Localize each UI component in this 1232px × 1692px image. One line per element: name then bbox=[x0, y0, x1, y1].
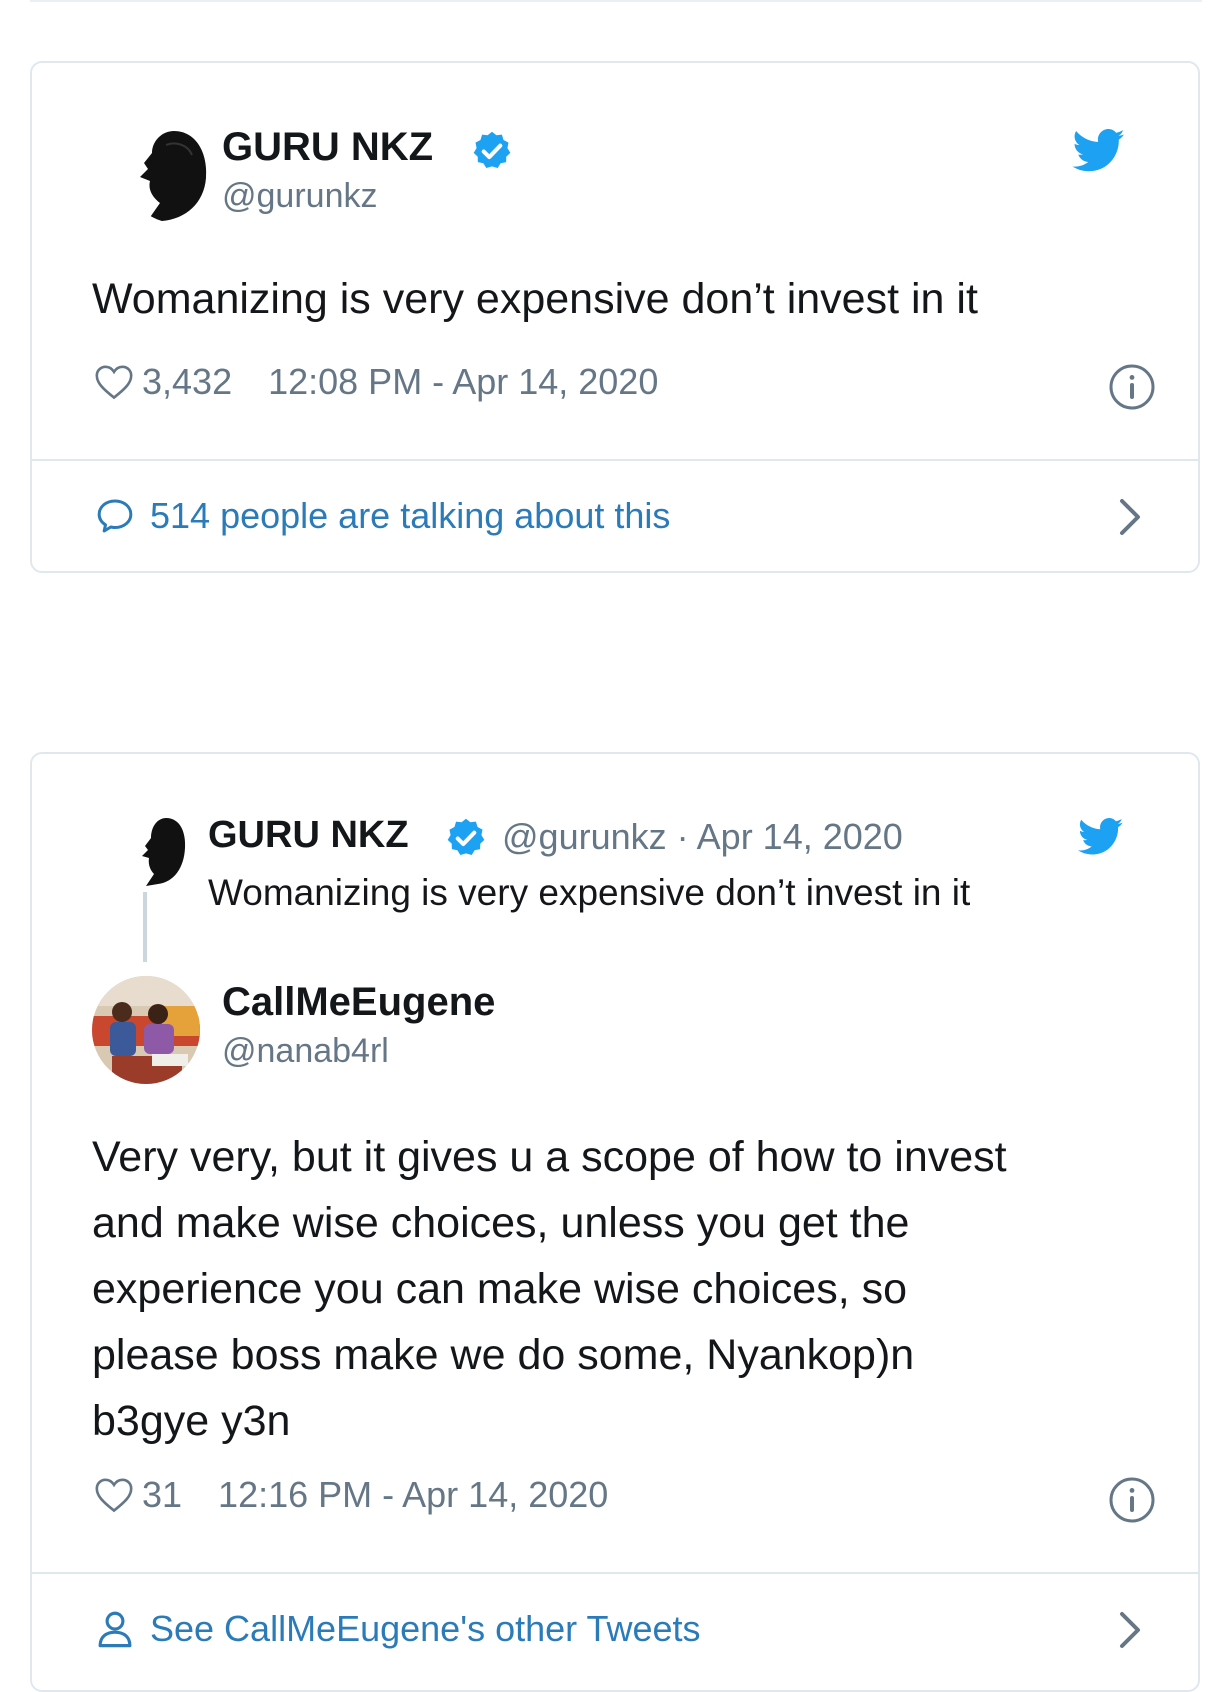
timestamp[interactable]: 12:16 PM - Apr 14, 2020 bbox=[218, 1474, 608, 1516]
chevron-right-icon[interactable] bbox=[1116, 1610, 1144, 1650]
speech-bubble-icon bbox=[97, 499, 133, 533]
quoted-meta: @gurunkz · Apr 14, 2020 bbox=[502, 816, 903, 858]
avatar[interactable] bbox=[126, 123, 226, 223]
tweet-text-line: please boss make we do some, Nyankop)n bbox=[92, 1331, 915, 1379]
tweet-text-line: and make wise choices, unless you get th… bbox=[92, 1199, 910, 1247]
heart-icon[interactable] bbox=[94, 364, 134, 400]
author-handle[interactable]: @gurunkz bbox=[222, 177, 377, 216]
author-name[interactable]: GURU NKZ bbox=[222, 125, 433, 170]
card-divider bbox=[32, 1572, 1198, 1574]
twitter-bird-icon[interactable] bbox=[1072, 129, 1126, 173]
person-icon bbox=[98, 1611, 132, 1648]
twitter-bird-icon[interactable] bbox=[1078, 818, 1124, 856]
tweet-card[interactable]: GURU NKZ @gurunkz · Apr 14, 2020 Womaniz… bbox=[30, 752, 1200, 1692]
timestamp[interactable]: 12:08 PM - Apr 14, 2020 bbox=[268, 361, 658, 403]
top-divider bbox=[30, 0, 1202, 2]
avatar[interactable] bbox=[136, 816, 196, 888]
verified-badge-icon bbox=[447, 818, 485, 856]
info-icon[interactable] bbox=[1108, 1476, 1156, 1524]
avatar-silhouette-image bbox=[126, 123, 226, 223]
conversation-link[interactable]: 514 people are talking about this bbox=[94, 481, 670, 551]
tweet-text-line: b3gye y3n bbox=[92, 1397, 291, 1445]
tweet-card[interactable]: GURU NKZ @gurunkz Womanizing is very exp… bbox=[30, 61, 1200, 573]
separator-dot: · bbox=[676, 816, 689, 857]
author-tweets-link[interactable]: See CallMeEugene's other Tweets bbox=[94, 1594, 701, 1664]
tweet-text-line: experience you can make wise choices, so bbox=[92, 1265, 908, 1313]
quoted-author-handle[interactable]: @gurunkz bbox=[502, 816, 667, 857]
author-name[interactable]: CallMeEugene bbox=[222, 980, 495, 1025]
verified-badge-icon bbox=[473, 131, 511, 169]
quoted-date[interactable]: Apr 14, 2020 bbox=[697, 816, 903, 857]
author-tweets-link-label[interactable]: See CallMeEugene's other Tweets bbox=[150, 1608, 701, 1650]
thread-connector bbox=[143, 892, 147, 962]
avatar-silhouette-image bbox=[142, 818, 186, 886]
chevron-right-icon[interactable] bbox=[1116, 497, 1144, 537]
conversation-link-label[interactable]: 514 people are talking about this bbox=[150, 495, 670, 537]
like-count[interactable]: 3,432 bbox=[142, 361, 232, 403]
avatar-photo-image bbox=[92, 976, 200, 1084]
quoted-tweet-text: Womanizing is very expensive don’t inves… bbox=[208, 872, 971, 913]
tweet-text: Very very, but it gives u a scope of how… bbox=[92, 1124, 1007, 1454]
like-count[interactable]: 31 bbox=[142, 1474, 182, 1516]
quoted-author-name[interactable]: GURU NKZ bbox=[208, 814, 409, 857]
tweet-text: Womanizing is very expensive don’t inves… bbox=[92, 275, 978, 323]
info-icon[interactable] bbox=[1108, 363, 1156, 411]
card-divider bbox=[32, 459, 1198, 461]
heart-icon[interactable] bbox=[94, 1477, 134, 1513]
tweet-meta: 31 12:16 PM - Apr 14, 2020 bbox=[94, 1474, 608, 1516]
tweet-text-line: Very very, but it gives u a scope of how… bbox=[92, 1133, 1007, 1181]
avatar[interactable] bbox=[92, 976, 200, 1084]
author-handle[interactable]: @nanab4rl bbox=[222, 1032, 389, 1071]
tweet-meta: 3,432 12:08 PM - Apr 14, 2020 bbox=[94, 361, 658, 403]
